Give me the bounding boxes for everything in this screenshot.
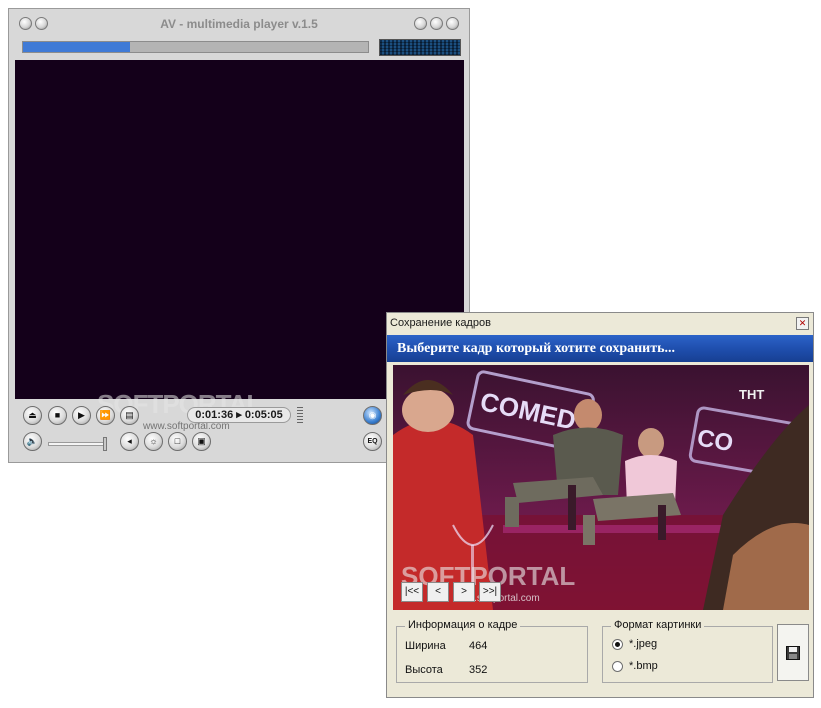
floppy-disk-icon (786, 645, 800, 660)
snapshot-button[interactable]: ◉ (363, 406, 382, 425)
height-value: 352 (469, 664, 488, 676)
eject-button[interactable]: ⏏ (23, 406, 42, 425)
fast-forward-button[interactable]: ⏩ (96, 406, 115, 425)
window-size-button[interactable]: □ (168, 432, 187, 451)
width-label: Ширина (405, 640, 446, 652)
bmp-radio[interactable] (612, 661, 623, 672)
fullscreen-icon: ▣ (197, 436, 206, 446)
volume-slider[interactable] (48, 437, 107, 451)
close-button[interactable] (446, 17, 459, 30)
prev-frame-button[interactable]: < (427, 582, 449, 602)
equalizer-icon: EQ (367, 438, 378, 445)
audio-channel-button[interactable]: ◂ (120, 432, 139, 451)
next-frame-button[interactable]: > (453, 582, 475, 602)
equalizer-button[interactable]: EQ (363, 432, 382, 451)
fast-forward-icon: ⏩ (99, 410, 112, 420)
player-title: AV - multimedia player v.1.5 (160, 17, 318, 31)
playlist-button[interactable]: ▤ (120, 406, 139, 425)
frame-preview: COMEDY CO ТНТ SOFTPORTAL (393, 365, 809, 610)
window-icon: □ (174, 436, 181, 446)
jpeg-radio-label[interactable]: *.jpeg (629, 638, 657, 650)
frame-info-group: Информация о кадре Ширина 464 Высота 352 (396, 619, 588, 683)
dialog-banner: Выберите кадр который хотите сохранить..… (387, 335, 813, 362)
frame-info-legend: Информация о кадре (405, 619, 521, 631)
maximize-button[interactable] (430, 17, 443, 30)
save-frames-dialog: Сохранение кадров ✕ Выберите кадр которы… (386, 312, 814, 698)
play-button[interactable]: ▶ (72, 406, 91, 425)
image-format-group: Формат картинки *.jpeg *.bmp (602, 619, 773, 683)
speaker-icon: 🔈 (26, 436, 39, 446)
height-label: Высота (405, 664, 443, 676)
jpeg-radio[interactable] (612, 639, 623, 650)
first-frame-button[interactable]: |<< (401, 582, 423, 602)
minimize-button[interactable] (414, 17, 427, 30)
bmp-radio-label[interactable]: *.bmp (629, 660, 658, 672)
camera-icon: ◉ (368, 410, 377, 420)
seek-bar[interactable] (22, 41, 369, 53)
seek-bar-fill (23, 42, 130, 52)
fullscreen-button[interactable]: ▣ (192, 432, 211, 451)
width-value: 464 (469, 640, 488, 652)
time-display: 0:01:36 ▸ 0:05:05 (187, 407, 291, 423)
brightness-button[interactable]: ☼ (144, 432, 163, 451)
playlist-icon: ▤ (125, 410, 134, 420)
brightness-icon: ☼ (149, 436, 158, 446)
save-button[interactable] (777, 624, 809, 681)
close-icon: ✕ (798, 318, 807, 328)
last-frame-button[interactable]: >>| (479, 582, 501, 602)
stop-icon: ■ (54, 410, 61, 420)
image-format-legend: Формат картинки (611, 619, 705, 631)
play-icon: ▶ (78, 410, 85, 420)
volume-button[interactable]: 🔈 (23, 432, 42, 451)
dialog-title: Сохранение кадров (390, 317, 491, 329)
channel-logo: ТНТ (739, 387, 764, 402)
dialog-close-button[interactable]: ✕ (796, 317, 809, 330)
eject-icon: ⏏ (28, 410, 37, 420)
stop-button[interactable]: ■ (48, 406, 67, 425)
spectrum-analyzer (379, 39, 461, 56)
audio-channel-icon: ◂ (127, 436, 132, 446)
volume-slider-handle[interactable] (103, 437, 107, 451)
frame-image: COMEDY CO ТНТ SOFTPORTAL (393, 365, 809, 610)
level-indicator (297, 407, 303, 423)
